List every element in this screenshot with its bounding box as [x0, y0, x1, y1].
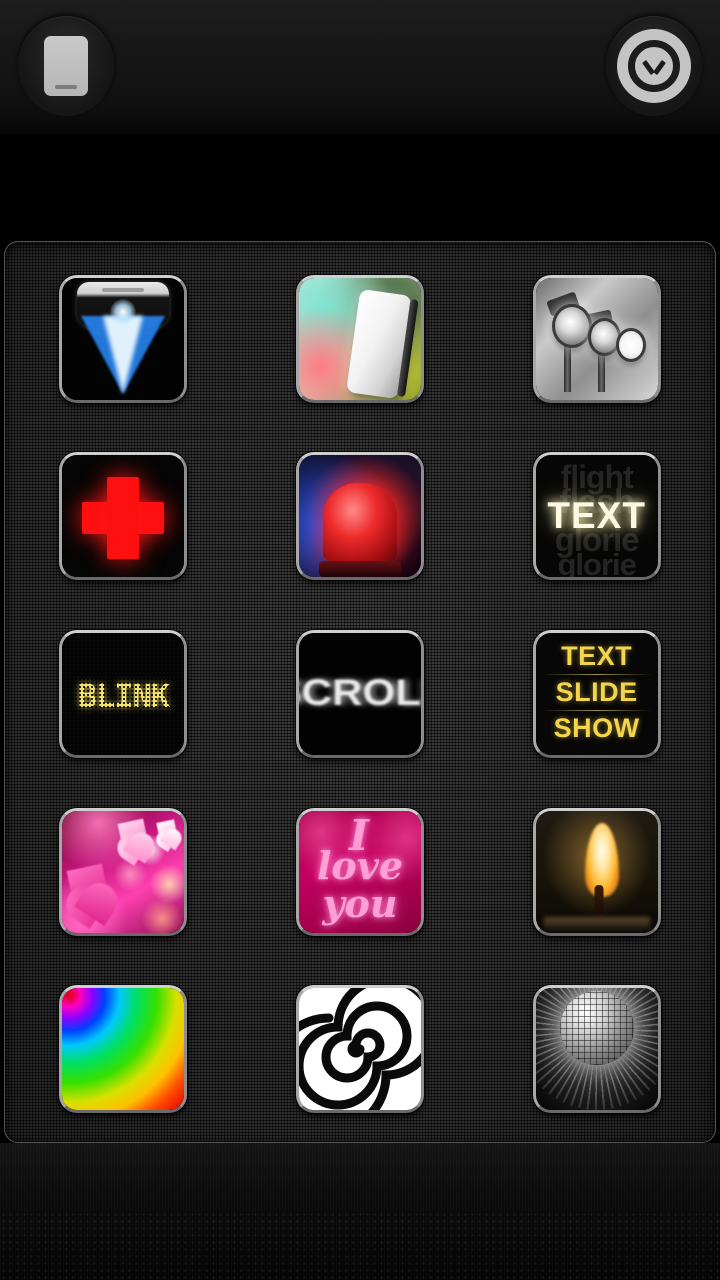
rainbow-gradient-icon: [62, 988, 185, 1111]
phone-device-icon: [44, 36, 88, 96]
grid-cell: [478, 783, 715, 961]
scroll-band: SCROLL: [299, 673, 421, 713]
spotlight: [551, 303, 592, 348]
chevron-down-icon: [644, 60, 664, 72]
bottom-bar: [0, 1143, 720, 1280]
spiral-graphic: [298, 988, 421, 1111]
blink-label: BLINK: [77, 676, 170, 715]
grid-cell: I love you: [242, 783, 479, 961]
tile-blink[interactable]: BLINK: [59, 629, 188, 758]
siren-base: [318, 561, 401, 578]
heart-shape: [156, 818, 179, 841]
heart-shape: [66, 863, 110, 906]
heart-shape: [117, 818, 149, 850]
phone-shape: [345, 288, 412, 399]
light-beam-inner: [103, 315, 144, 394]
divider: [541, 673, 652, 675]
top-bar: [0, 0, 720, 136]
scroll-icon: SCROLL: [298, 632, 421, 755]
slide-line: SHOW: [553, 712, 640, 743]
grid-cell: [242, 250, 479, 428]
grid-cell: [5, 960, 242, 1138]
mirror-ball: [559, 991, 634, 1066]
tile-police-siren[interactable]: [295, 452, 424, 581]
grid-cell: [242, 960, 479, 1138]
tile-color-light[interactable]: [295, 274, 424, 403]
tile-rainbow[interactable]: [59, 985, 188, 1114]
tile-i-love-you[interactable]: I love you: [295, 807, 424, 936]
header-spacer: [0, 136, 720, 240]
blink-icon: BLINK: [62, 632, 185, 755]
grid-cell: TEXT SLIDE SHOW: [478, 605, 715, 783]
grid-cell: BLINK: [5, 605, 242, 783]
cross-vertical-bar: [107, 477, 140, 560]
tile-emergency-cross[interactable]: [59, 452, 188, 581]
spiral-icon: [298, 988, 421, 1111]
effects-grid: flight flash glorie glorie TEXT BLINK CR…: [5, 242, 715, 1142]
disco-ball-icon: [535, 988, 658, 1111]
love-line: you: [322, 880, 398, 926]
siren-dome: [322, 483, 397, 562]
ghost-text: glorie: [557, 547, 636, 578]
effects-panel: flight flash glorie glorie TEXT BLINK CR…: [4, 241, 716, 1143]
wick-shape: [594, 884, 604, 921]
tile-spiral[interactable]: [295, 985, 424, 1114]
device-button[interactable]: [18, 16, 114, 116]
spotlight: [615, 327, 646, 362]
slide-line: TEXT: [561, 640, 633, 671]
app-screen: flight flash glorie glorie TEXT BLINK CR…: [0, 0, 720, 1280]
text-slide-show-icon: TEXT SLIDE SHOW: [535, 632, 658, 755]
scroll-label: SCROLL: [299, 672, 421, 713]
i-love-you-icon: I love you: [298, 810, 421, 933]
collapse-button[interactable]: [606, 16, 702, 116]
chevron-down-circle-icon: [617, 29, 691, 103]
tile-flashlight[interactable]: [59, 274, 188, 403]
speaker-grille-texture: [0, 1211, 720, 1280]
red-cross-icon: [62, 455, 185, 578]
lamp-stand: [597, 351, 605, 392]
tile-disco-ball[interactable]: [532, 985, 661, 1114]
lamp-stand: [563, 343, 571, 392]
candle-base: [543, 916, 650, 931]
grid-cell: [242, 428, 479, 606]
grid-cell: [478, 250, 715, 428]
tile-stage-lights[interactable]: [532, 274, 661, 403]
hearts-bokeh-icon: [62, 810, 185, 933]
tile-text-slide-show[interactable]: TEXT SLIDE SHOW: [532, 629, 661, 758]
grid-cell: SCROLL: [242, 605, 479, 783]
color-light-icon: [298, 277, 421, 400]
grid-cell: [5, 428, 242, 606]
grid-cell: flight flash glorie glorie TEXT: [478, 428, 715, 606]
grid-cell: [478, 960, 715, 1138]
flash-text-icon: flight flash glorie glorie TEXT: [535, 455, 658, 578]
tile-flash-text[interactable]: flight flash glorie glorie TEXT: [532, 452, 661, 581]
stage-lights-icon: [535, 277, 658, 400]
flash-text-label: TEXT: [547, 495, 646, 537]
light-source-spark: [110, 298, 137, 325]
police-siren-icon: [298, 455, 421, 578]
tile-hearts[interactable]: [59, 807, 188, 936]
tile-candle[interactable]: [532, 807, 661, 936]
tile-scroll[interactable]: SCROLL: [295, 629, 424, 758]
grid-cell: [5, 250, 242, 428]
grid-cell: [5, 783, 242, 961]
flashlight-icon: [62, 277, 185, 400]
divider: [541, 709, 652, 711]
slide-line: SLIDE: [555, 676, 638, 707]
candle-icon: [535, 810, 658, 933]
